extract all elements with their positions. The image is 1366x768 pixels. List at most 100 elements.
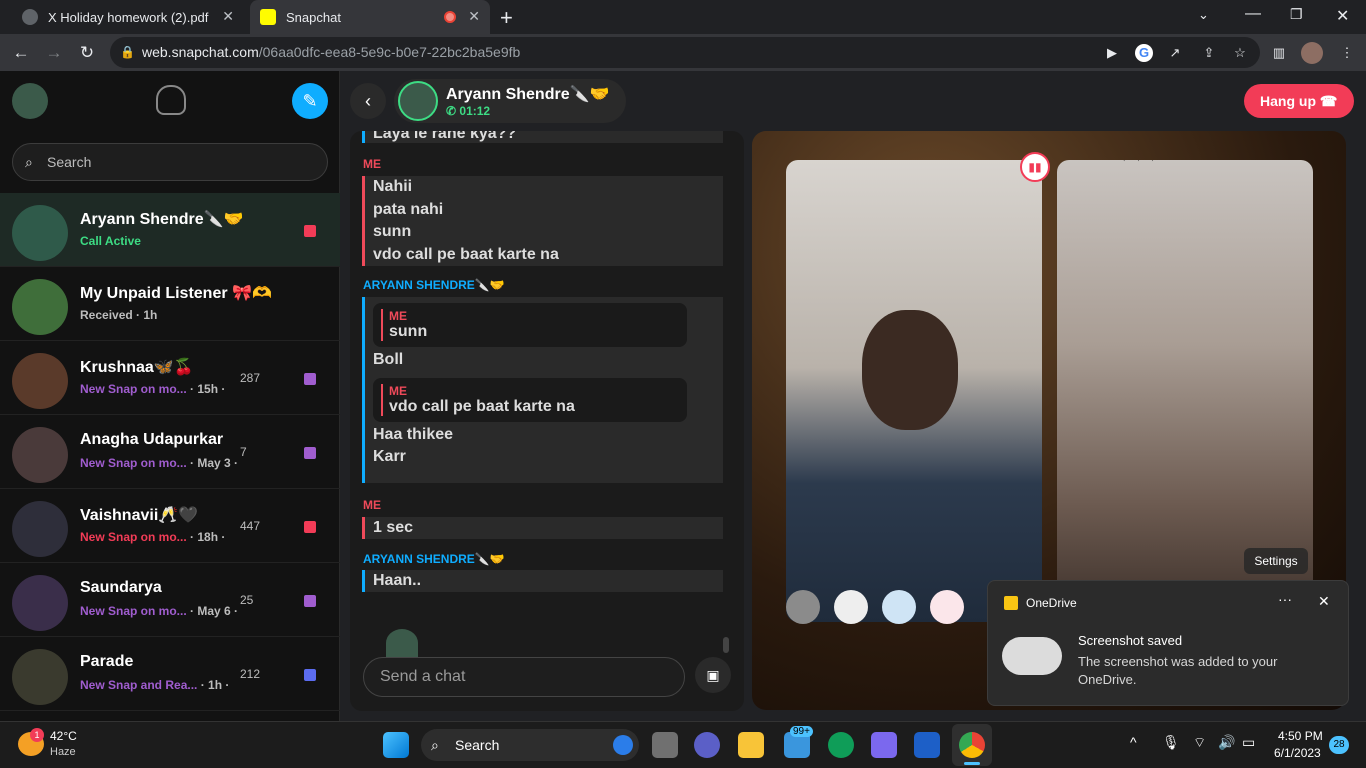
conversation-status: New Snap and Rea... · 1h · xyxy=(80,678,229,692)
conversation-status: Call Active xyxy=(80,234,141,248)
volume-icon[interactable]: 🔊 xyxy=(1218,734,1235,751)
conversation-status: New Snap on mo... · May 3 · xyxy=(80,456,238,470)
close-icon[interactable]: ✕ xyxy=(1318,593,1330,610)
start-button[interactable] xyxy=(383,732,409,758)
typing-bitmoji xyxy=(386,629,418,657)
chat-panel: Laya le rahe kya?? ME Nahii pata nahi sunn… xyxy=(350,131,744,711)
settings-label: Settings xyxy=(1254,554,1298,568)
new-tab-button[interactable]: + xyxy=(500,5,513,31)
url-field[interactable]: 🔒 web.snapchat.com/06aa0dfc-eea8-5e9c-b0… xyxy=(110,37,1260,68)
conversation-name: Saundarya xyxy=(80,579,162,596)
battery-icon[interactable]: ▭ xyxy=(1242,734,1255,751)
more-options-icon[interactable]: ··· xyxy=(1278,591,1292,607)
conversation-item[interactable]: Anagha Udapurkar New Snap on mo... · May… xyxy=(0,415,340,489)
toast-body: The screenshot was added to your OneDriv… xyxy=(1078,654,1278,687)
conversation-item[interactable]: Saundarya New Snap on mo... · May 6 · 25 xyxy=(0,563,340,637)
maximize-button[interactable]: ❐ xyxy=(1290,6,1303,23)
taskbar-search[interactable]: ⌕ Search xyxy=(421,729,639,761)
avatar xyxy=(12,575,68,631)
lens-option[interactable] xyxy=(786,590,820,624)
unread-indicator xyxy=(304,225,316,237)
window-close-button[interactable]: ✕ xyxy=(1336,6,1349,26)
message-text: Karr xyxy=(373,448,406,465)
webex-icon[interactable] xyxy=(914,732,940,758)
tab-pdf[interactable]: X Holiday homework (2).pdf ✕ xyxy=(12,0,244,34)
task-view-icon[interactable] xyxy=(652,732,678,758)
wifi-icon[interactable]: ⌔ xyxy=(1193,734,1206,752)
camera-icon[interactable]: ▶ xyxy=(1103,44,1121,62)
hang-up-button[interactable]: Hang up ☎ xyxy=(1244,84,1354,118)
lens-carousel xyxy=(786,590,986,626)
onedrive-notification[interactable]: OneDrive ··· ✕ Screenshot saved The scre… xyxy=(987,580,1349,706)
profile-avatar[interactable] xyxy=(1301,42,1323,64)
search-icon: ⌕ xyxy=(25,154,33,170)
bing-icon xyxy=(613,735,633,755)
close-icon[interactable]: ✕ xyxy=(222,8,234,25)
toast-title: Screenshot saved xyxy=(1078,633,1183,648)
conversation-item[interactable]: Krushnaa🦋🍒 New Snap on mo... · 15h · 287 xyxy=(0,341,340,415)
streak-count: 7 xyxy=(240,445,247,459)
settings-button[interactable]: Settings xyxy=(1244,548,1308,574)
quoted-message[interactable]: ME sunn xyxy=(373,303,687,347)
new-chat-icon[interactable]: ✎ xyxy=(292,83,328,119)
status-text: Call Active xyxy=(80,234,141,248)
quoted-message[interactable]: ME vdo call pe baat karte na xyxy=(373,377,687,422)
message-text: pata nahi xyxy=(373,200,444,218)
status-time: · 15h · xyxy=(190,382,226,396)
message-text: 1 sec xyxy=(373,519,414,536)
streak-count: 25 xyxy=(240,593,254,607)
teams-chat-icon[interactable] xyxy=(694,732,720,758)
conversation-item[interactable]: Vaishnavii🥂🖤 New Snap on mo... · 18h · 4… xyxy=(0,489,340,563)
tab-snapchat[interactable]: Snapchat ✕ xyxy=(250,0,490,34)
conversation-item[interactable]: My Unpaid Listener 🎀🫶 Received · 1h xyxy=(0,267,340,341)
edge-icon[interactable] xyxy=(828,732,854,758)
address-bar-row: ← → ↻ 🔒 web.snapchat.com/06aa0dfc-eea8-5… xyxy=(0,34,1366,71)
message-text: Boll xyxy=(373,351,404,368)
search-icon: ⌕ xyxy=(431,737,439,753)
microphone-icon[interactable]: 🎙 xyxy=(1162,734,1180,751)
sticker-icon[interactable]: ▣ xyxy=(695,657,731,693)
lens-option[interactable] xyxy=(882,590,916,624)
quoted-text: sunn xyxy=(381,323,679,341)
tab-search-icon[interactable]: ⌄ xyxy=(1198,7,1209,23)
tray-chevron-icon[interactable]: ^ xyxy=(1130,734,1137,750)
lens-option[interactable] xyxy=(930,590,964,624)
minimize-button[interactable]: — xyxy=(1245,5,1261,23)
unread-indicator xyxy=(304,669,316,681)
close-icon[interactable]: ✕ xyxy=(468,8,480,25)
back-chat-button[interactable]: ‹ xyxy=(350,83,386,119)
conversation-item[interactable]: Aryann Shendre🔪🤝 Call Active xyxy=(0,193,340,267)
copilot-icon[interactable] xyxy=(871,732,897,758)
side-panel-icon[interactable]: ▥ xyxy=(1270,44,1288,62)
reload-button[interactable]: ↻ xyxy=(76,42,98,64)
file-explorer-icon[interactable] xyxy=(738,732,764,758)
back-button[interactable]: ← xyxy=(10,42,32,64)
cloud-icon xyxy=(1002,637,1062,675)
ghost-icon[interactable] xyxy=(156,85,186,115)
weather-desc: Haze xyxy=(50,746,76,758)
clock-date[interactable]: 6/1/2023 xyxy=(1274,746,1321,760)
search-input[interactable]: ⌕ Search xyxy=(12,143,328,181)
status-time: · May 3 · xyxy=(190,456,239,470)
send-chat-input[interactable]: Send a chat xyxy=(363,657,685,697)
chrome-taskbar-item[interactable] xyxy=(952,724,992,766)
taskbar-search-label: Search xyxy=(455,737,500,753)
sender-label: ARYANN SHENDRE🔪🤝 xyxy=(363,278,505,292)
open-in-new-icon[interactable]: ↗ xyxy=(1166,44,1184,62)
google-icon[interactable]: G xyxy=(1135,44,1153,62)
lens-option[interactable] xyxy=(834,590,868,624)
conversation-item[interactable]: Parade New Snap and Rea... · 1h · 212 xyxy=(0,637,340,711)
scrollbar-thumb[interactable] xyxy=(723,637,729,653)
conversation-status: New Snap on mo... · 15h · xyxy=(80,382,225,396)
message-text: Haa thikee xyxy=(373,425,454,443)
notification-count[interactable]: 28 xyxy=(1329,736,1349,754)
toast-app-name: OneDrive xyxy=(1026,596,1077,610)
chat-header[interactable]: Aryann Shendre🔪🤝 ✆ 01:12 xyxy=(394,79,626,123)
menu-icon[interactable]: ⋮ xyxy=(1338,44,1356,62)
bookmark-star-icon[interactable]: ☆ xyxy=(1231,44,1249,62)
conversation-sidebar: ✎ ⌕ Search Aryann Shendre🔪🤝 Call Active … xyxy=(0,71,340,721)
share-icon[interactable]: ⇪ xyxy=(1200,44,1218,62)
clock-time[interactable]: 4:50 PM xyxy=(1278,729,1323,743)
forward-button[interactable]: → xyxy=(43,42,65,64)
bitmoji-avatar[interactable] xyxy=(12,83,48,119)
